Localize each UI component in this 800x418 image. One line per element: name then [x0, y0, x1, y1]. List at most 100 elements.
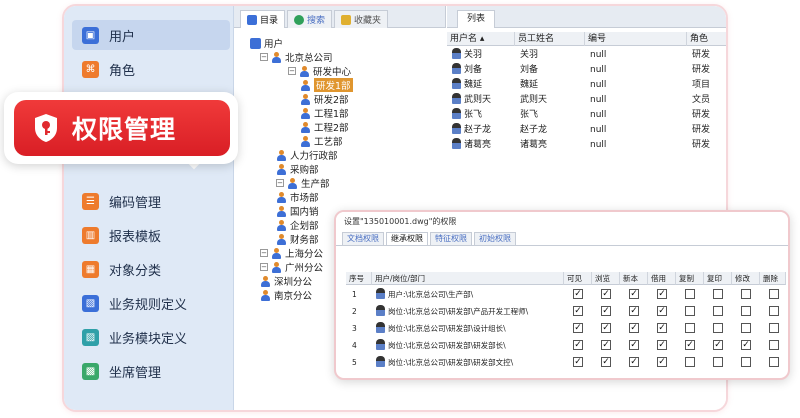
tree-node[interactable]: 市场部 [276, 190, 319, 204]
permission-checkbox[interactable] [685, 323, 695, 333]
permission-checkbox[interactable] [685, 357, 695, 367]
permission-checkbox[interactable] [769, 306, 779, 316]
permission-checkbox[interactable]: ✓ [713, 340, 723, 350]
expand-toggle-icon[interactable]: − [288, 67, 296, 75]
table-row[interactable]: 刘备 刘备 null 研发 [447, 63, 726, 78]
dialog-tab-0[interactable]: 文档权限 [342, 232, 384, 245]
tree-node[interactable]: − 上海分公 [260, 246, 323, 260]
table-row[interactable]: 魏延 魏延 null 项目 [447, 78, 726, 93]
permission-checkbox[interactable] [741, 323, 751, 333]
expand-toggle-icon[interactable]: − [260, 263, 268, 271]
permission-checkbox[interactable] [741, 306, 751, 316]
permission-checkbox[interactable] [741, 357, 751, 367]
permission-column-9[interactable]: 删除 [760, 272, 786, 285]
permission-checkbox[interactable] [713, 323, 723, 333]
permission-checkbox[interactable]: ✓ [573, 289, 583, 299]
permission-checkbox[interactable] [769, 323, 779, 333]
permission-checkbox[interactable]: ✓ [657, 306, 667, 316]
permission-checkbox[interactable]: ✓ [657, 289, 667, 299]
permission-column-5[interactable]: 借用 [648, 272, 676, 285]
permission-checkbox[interactable]: ✓ [573, 357, 583, 367]
permission-checkbox[interactable]: ✓ [685, 340, 695, 350]
tree-node[interactable]: 国内销 [276, 204, 319, 218]
permission-checkbox[interactable]: ✓ [573, 323, 583, 333]
permission-checkbox[interactable]: ✓ [601, 340, 611, 350]
tree-node[interactable]: − 北京总公司 [260, 50, 333, 64]
permission-column-4[interactable]: 新本 [620, 272, 648, 285]
permission-checkbox[interactable] [769, 357, 779, 367]
permission-checkbox[interactable]: ✓ [601, 357, 611, 367]
expand-toggle-icon[interactable]: − [276, 179, 284, 187]
tab-search[interactable]: 搜索 [287, 10, 333, 28]
tree-node[interactable]: 研发1部 [300, 78, 353, 92]
column-header-2[interactable]: 编号 [585, 32, 687, 46]
permission-checkbox[interactable] [769, 289, 779, 299]
column-header-3[interactable]: 角色 [687, 32, 726, 46]
permission-checkbox[interactable]: ✓ [629, 323, 639, 333]
permission-checkbox[interactable]: ✓ [657, 340, 667, 350]
permission-checkbox[interactable]: ✓ [629, 357, 639, 367]
tab-catalog[interactable]: 目录 [240, 10, 286, 28]
permission-checkbox[interactable] [713, 306, 723, 316]
permission-checkbox[interactable] [769, 340, 779, 350]
sidebar-item-0[interactable]: ▣ 用户 [72, 20, 230, 50]
tree-node[interactable]: 深圳分公 [260, 274, 312, 288]
sidebar-item-7[interactable]: ▨ 业务模块定义 [72, 322, 230, 352]
sidebar-item-6[interactable]: ▧ 业务规则定义 [72, 288, 230, 318]
table-row[interactable]: 赵子龙 赵子龙 null 研发 [447, 123, 726, 138]
permission-row[interactable]: 5 岗位:\北京总公司\研发部\研发部文控\ ✓ ✓ ✓ ✓ [346, 355, 786, 370]
tree-node[interactable]: − 广州分公 [260, 260, 323, 274]
permission-column-2[interactable]: 可见 [564, 272, 592, 285]
permission-checkbox[interactable]: ✓ [741, 340, 751, 350]
sidebar-item-4[interactable]: ▥ 报表模板 [72, 220, 230, 250]
permission-checkbox[interactable]: ✓ [573, 340, 583, 350]
tree-node[interactable]: 企划部 [276, 218, 319, 232]
dialog-tab-1[interactable]: 继承权限 [386, 232, 428, 245]
permission-row[interactable]: 4 岗位:\北京总公司\研发部\研发部长\ ✓ ✓ ✓ ✓ ✓ ✓ ✓ [346, 338, 786, 353]
permission-checkbox[interactable]: ✓ [629, 289, 639, 299]
permission-column-8[interactable]: 修改 [732, 272, 760, 285]
tree-node[interactable]: 工程2部 [300, 120, 349, 134]
permission-row[interactable]: 1 用户:\北京总公司\生产部\ ✓ ✓ ✓ ✓ [346, 287, 786, 302]
permission-row[interactable]: 3 岗位:\北京总公司\研发部\设计组长\ ✓ ✓ ✓ ✓ [346, 321, 786, 336]
tree-node[interactable]: 工程1部 [300, 106, 349, 120]
permission-checkbox[interactable]: ✓ [573, 306, 583, 316]
tree-node[interactable]: 工艺部 [300, 134, 343, 148]
tab-list[interactable]: 列表 [457, 10, 496, 28]
tab-favorites[interactable]: 收藏夹 [334, 10, 389, 28]
tree-node[interactable]: 南京分公 [260, 288, 312, 302]
permission-checkbox[interactable] [685, 306, 695, 316]
permission-checkbox[interactable]: ✓ [657, 357, 667, 367]
tree-node[interactable]: 人力行政部 [276, 148, 338, 162]
table-row[interactable]: 张飞 张飞 null 研发 [447, 108, 726, 123]
permission-checkbox[interactable]: ✓ [601, 289, 611, 299]
tree-node[interactable]: 研发2部 [300, 92, 349, 106]
table-row[interactable]: 诸葛亮 诸葛亮 null 研发 [447, 138, 726, 153]
table-row[interactable]: 关羽 关羽 null 研发 [447, 48, 726, 63]
sidebar-item-5[interactable]: ▦ 对象分类 [72, 254, 230, 284]
dialog-tab-3[interactable]: 初始权限 [474, 232, 516, 245]
permission-checkbox[interactable]: ✓ [657, 323, 667, 333]
expand-toggle-icon[interactable]: − [260, 53, 268, 61]
permission-checkbox[interactable] [713, 357, 723, 367]
sidebar-item-3[interactable]: ☰ 编码管理 [72, 186, 230, 216]
permission-checkbox[interactable] [685, 289, 695, 299]
expand-toggle-icon[interactable]: − [260, 249, 268, 257]
permission-column-0[interactable]: 序号 [346, 272, 372, 285]
permission-column-3[interactable]: 浏览 [592, 272, 620, 285]
column-header-1[interactable]: 员工姓名 [515, 32, 585, 46]
sidebar-item-8[interactable]: ▩ 坐席管理 [72, 356, 230, 386]
tree-node[interactable]: − 研发中心 [288, 64, 351, 78]
tree-root[interactable]: 用户 [250, 36, 283, 50]
tree-node[interactable]: − 生产部 [276, 176, 330, 190]
dialog-tab-2[interactable]: 特征权限 [430, 232, 472, 245]
sidebar-item-1[interactable]: ⌘ 角色 [72, 54, 230, 84]
permission-checkbox[interactable]: ✓ [629, 340, 639, 350]
permission-column-6[interactable]: 复制 [676, 272, 704, 285]
permission-checkbox[interactable] [741, 289, 751, 299]
tree-node[interactable]: 财务部 [276, 232, 319, 246]
permission-column-1[interactable]: 用户/岗位/部门 [372, 272, 564, 285]
permission-checkbox[interactable]: ✓ [601, 323, 611, 333]
table-row[interactable]: 武则天 武则天 null 文员 [447, 93, 726, 108]
permission-row[interactable]: 2 岗位:\北京总公司\研发部\产品开发工程师\ ✓ ✓ ✓ ✓ [346, 304, 786, 319]
